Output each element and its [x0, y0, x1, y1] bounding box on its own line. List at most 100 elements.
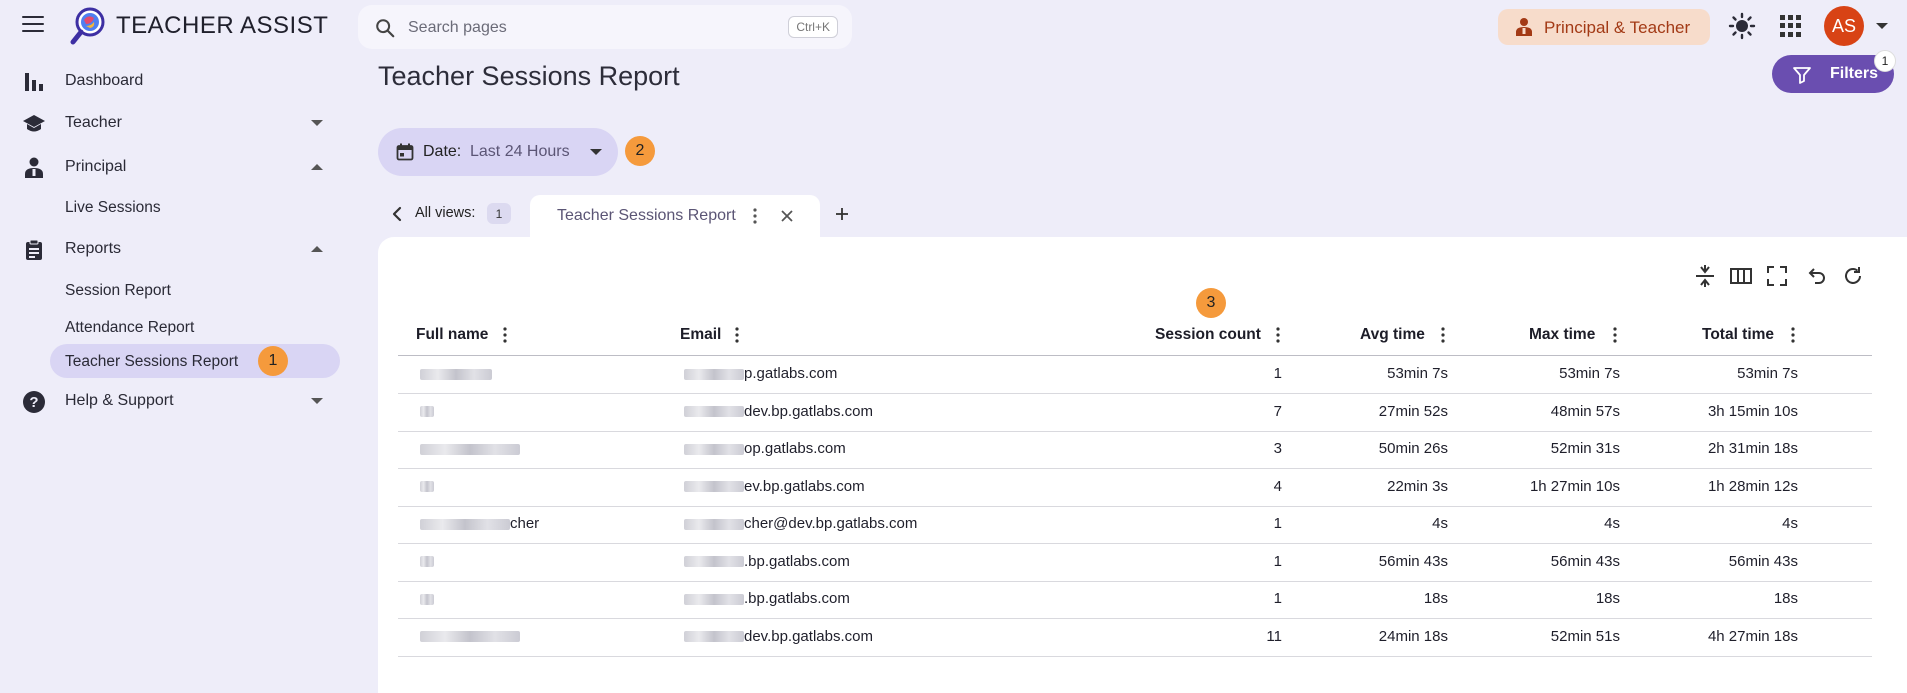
cell-full-name-text: cher	[510, 515, 540, 532]
account-menu-chevron-down-icon[interactable]	[1876, 23, 1888, 29]
row-divider	[398, 430, 1872, 432]
cell-max-time: 48min 57s	[1550, 402, 1620, 420]
refresh-icon[interactable]	[1841, 264, 1865, 288]
cell-max-time: 52min 51s	[1550, 627, 1620, 645]
cell-session-count: 3	[1273, 440, 1282, 457]
filters-label: Filters	[1830, 65, 1879, 82]
more-vertical-icon[interactable]	[752, 207, 758, 225]
column-menu-icon[interactable]	[1275, 326, 1281, 344]
row-divider	[398, 580, 1872, 582]
search-icon	[376, 19, 395, 38]
person-icon	[25, 157, 43, 178]
cell-avg-time: 50min 26s	[1378, 440, 1448, 457]
cell-avg-time: 18s	[1423, 590, 1448, 607]
cell-max-time: 4s	[1604, 515, 1620, 532]
row-divider	[398, 393, 1872, 394]
redacted-name	[420, 556, 434, 568]
person-icon	[1516, 18, 1532, 36]
all-views-label: All views:	[415, 205, 476, 221]
sidebar-item-attendance-report[interactable]: Attendance Report	[50, 310, 340, 344]
close-icon[interactable]	[780, 209, 794, 223]
clipboard-icon	[26, 239, 42, 260]
cell-total-time: 2h 31min 18s	[1707, 440, 1798, 457]
redacted-name	[420, 443, 520, 455]
undo-icon[interactable]	[1803, 264, 1827, 288]
cell-session-count: 1	[1273, 515, 1282, 532]
column-header-email[interactable]: Email	[680, 326, 721, 346]
column-header-max-time[interactable]: Max time	[1529, 326, 1595, 346]
fullscreen-icon[interactable]	[1765, 264, 1789, 288]
column-menu-icon[interactable]	[502, 326, 508, 344]
redacted-email	[684, 481, 744, 493]
cell-max-time: 1h 27min 10s	[1529, 477, 1620, 495]
redacted-email	[684, 406, 744, 418]
sidebar-item-teacher[interactable]: Teacher	[18, 104, 340, 142]
role-switcher-button[interactable]: Principal & Teacher	[1498, 9, 1710, 45]
cell-full-name: cher	[420, 515, 539, 532]
cell-email-text: cher@dev.bp.gatlabs.com	[744, 515, 918, 532]
cell-email-text: dev.bp.gatlabs.com	[744, 402, 873, 420]
page-title: Teacher Sessions Report	[378, 61, 680, 91]
date-filter-value: Last 24 Hours	[470, 143, 570, 160]
cell-session-count: 7	[1273, 402, 1282, 420]
column-menu-icon[interactable]	[1790, 326, 1796, 344]
cell-total-time: 56min 43s	[1728, 552, 1798, 570]
views-count-badge: 1	[487, 203, 511, 224]
chevron-down-icon	[590, 149, 602, 155]
cell-email: op.gatlabs.com	[684, 440, 846, 457]
cell-email-text: .bp.gatlabs.com	[744, 590, 850, 607]
column-menu-icon[interactable]	[734, 326, 740, 344]
column-menu-icon[interactable]	[1612, 326, 1618, 344]
sidebar-item-label: Teacher Sessions Report	[65, 353, 239, 370]
cell-full-name	[420, 440, 520, 457]
graduation-cap-icon	[23, 115, 45, 132]
search-input[interactable]: Search pages	[408, 19, 507, 37]
search-bar[interactable]: Search pages Ctrl+K	[358, 5, 852, 49]
sidebar-item-label: Principal	[65, 158, 127, 175]
sidebar-item-label: Reports	[65, 240, 122, 257]
cell-email: .bp.gatlabs.com	[684, 590, 850, 607]
column-header-session-count[interactable]: Session count	[1155, 326, 1261, 346]
step-badge-3: 3	[1196, 288, 1226, 318]
cell-email-text: p.gatlabs.com	[744, 365, 838, 382]
column-header-full-name[interactable]: Full name	[416, 326, 488, 346]
tab-teacher-sessions-report[interactable]: Teacher Sessions Report	[530, 195, 820, 239]
cell-max-time: 18s	[1595, 590, 1620, 607]
redacted-name	[420, 368, 492, 380]
add-tab-plus-icon[interactable]	[834, 206, 850, 222]
cell-full-name	[420, 590, 434, 607]
density-icon[interactable]	[1693, 264, 1717, 288]
cell-session-count: 1	[1273, 552, 1282, 570]
cell-session-count: 1	[1273, 590, 1282, 607]
sidebar-item-teacher-sessions-report[interactable]: Teacher Sessions Report	[50, 344, 340, 378]
row-divider	[398, 543, 1872, 544]
redacted-name	[420, 593, 434, 605]
cell-full-name	[420, 403, 434, 420]
filter-icon	[1793, 67, 1811, 84]
cell-email: .bp.gatlabs.com	[684, 553, 850, 570]
app-logo-icon	[70, 7, 105, 45]
cell-email: dev.bp.gatlabs.com	[684, 628, 873, 645]
row-divider	[398, 618, 1872, 619]
column-header-avg-time[interactable]: Avg time	[1360, 326, 1425, 346]
app-title: TEACHER ASSIST	[116, 12, 329, 39]
redacted-email	[684, 518, 744, 530]
sidebar-item-live-sessions[interactable]: Live Sessions	[50, 190, 340, 224]
sidebar-item-reports[interactable]: Reports	[18, 230, 340, 268]
avatar[interactable]: AS	[1824, 6, 1864, 46]
sidebar-item-principal[interactable]: Principal	[18, 148, 340, 186]
menu-icon[interactable]	[22, 16, 44, 34]
sidebar-item-dashboard[interactable]: Dashboard	[18, 62, 340, 100]
theme-toggle-sun-icon[interactable]	[1728, 12, 1756, 40]
apps-grid-icon[interactable]	[1780, 15, 1802, 37]
column-menu-icon[interactable]	[1440, 326, 1446, 344]
cell-total-time: 53min 7s	[1737, 365, 1798, 382]
columns-icon[interactable]	[1729, 264, 1753, 288]
sidebar-item-help-support[interactable]: ? Help & Support	[18, 382, 340, 420]
cell-avg-time: 53min 7s	[1387, 365, 1448, 382]
column-header-total-time[interactable]: Total time	[1702, 326, 1774, 346]
date-filter-dropdown[interactable]: Date: Last 24 Hours	[378, 128, 618, 176]
sidebar-item-label: Teacher	[65, 114, 122, 131]
chevron-left-icon[interactable]	[390, 204, 404, 224]
sidebar-item-session-report[interactable]: Session Report	[50, 273, 340, 307]
